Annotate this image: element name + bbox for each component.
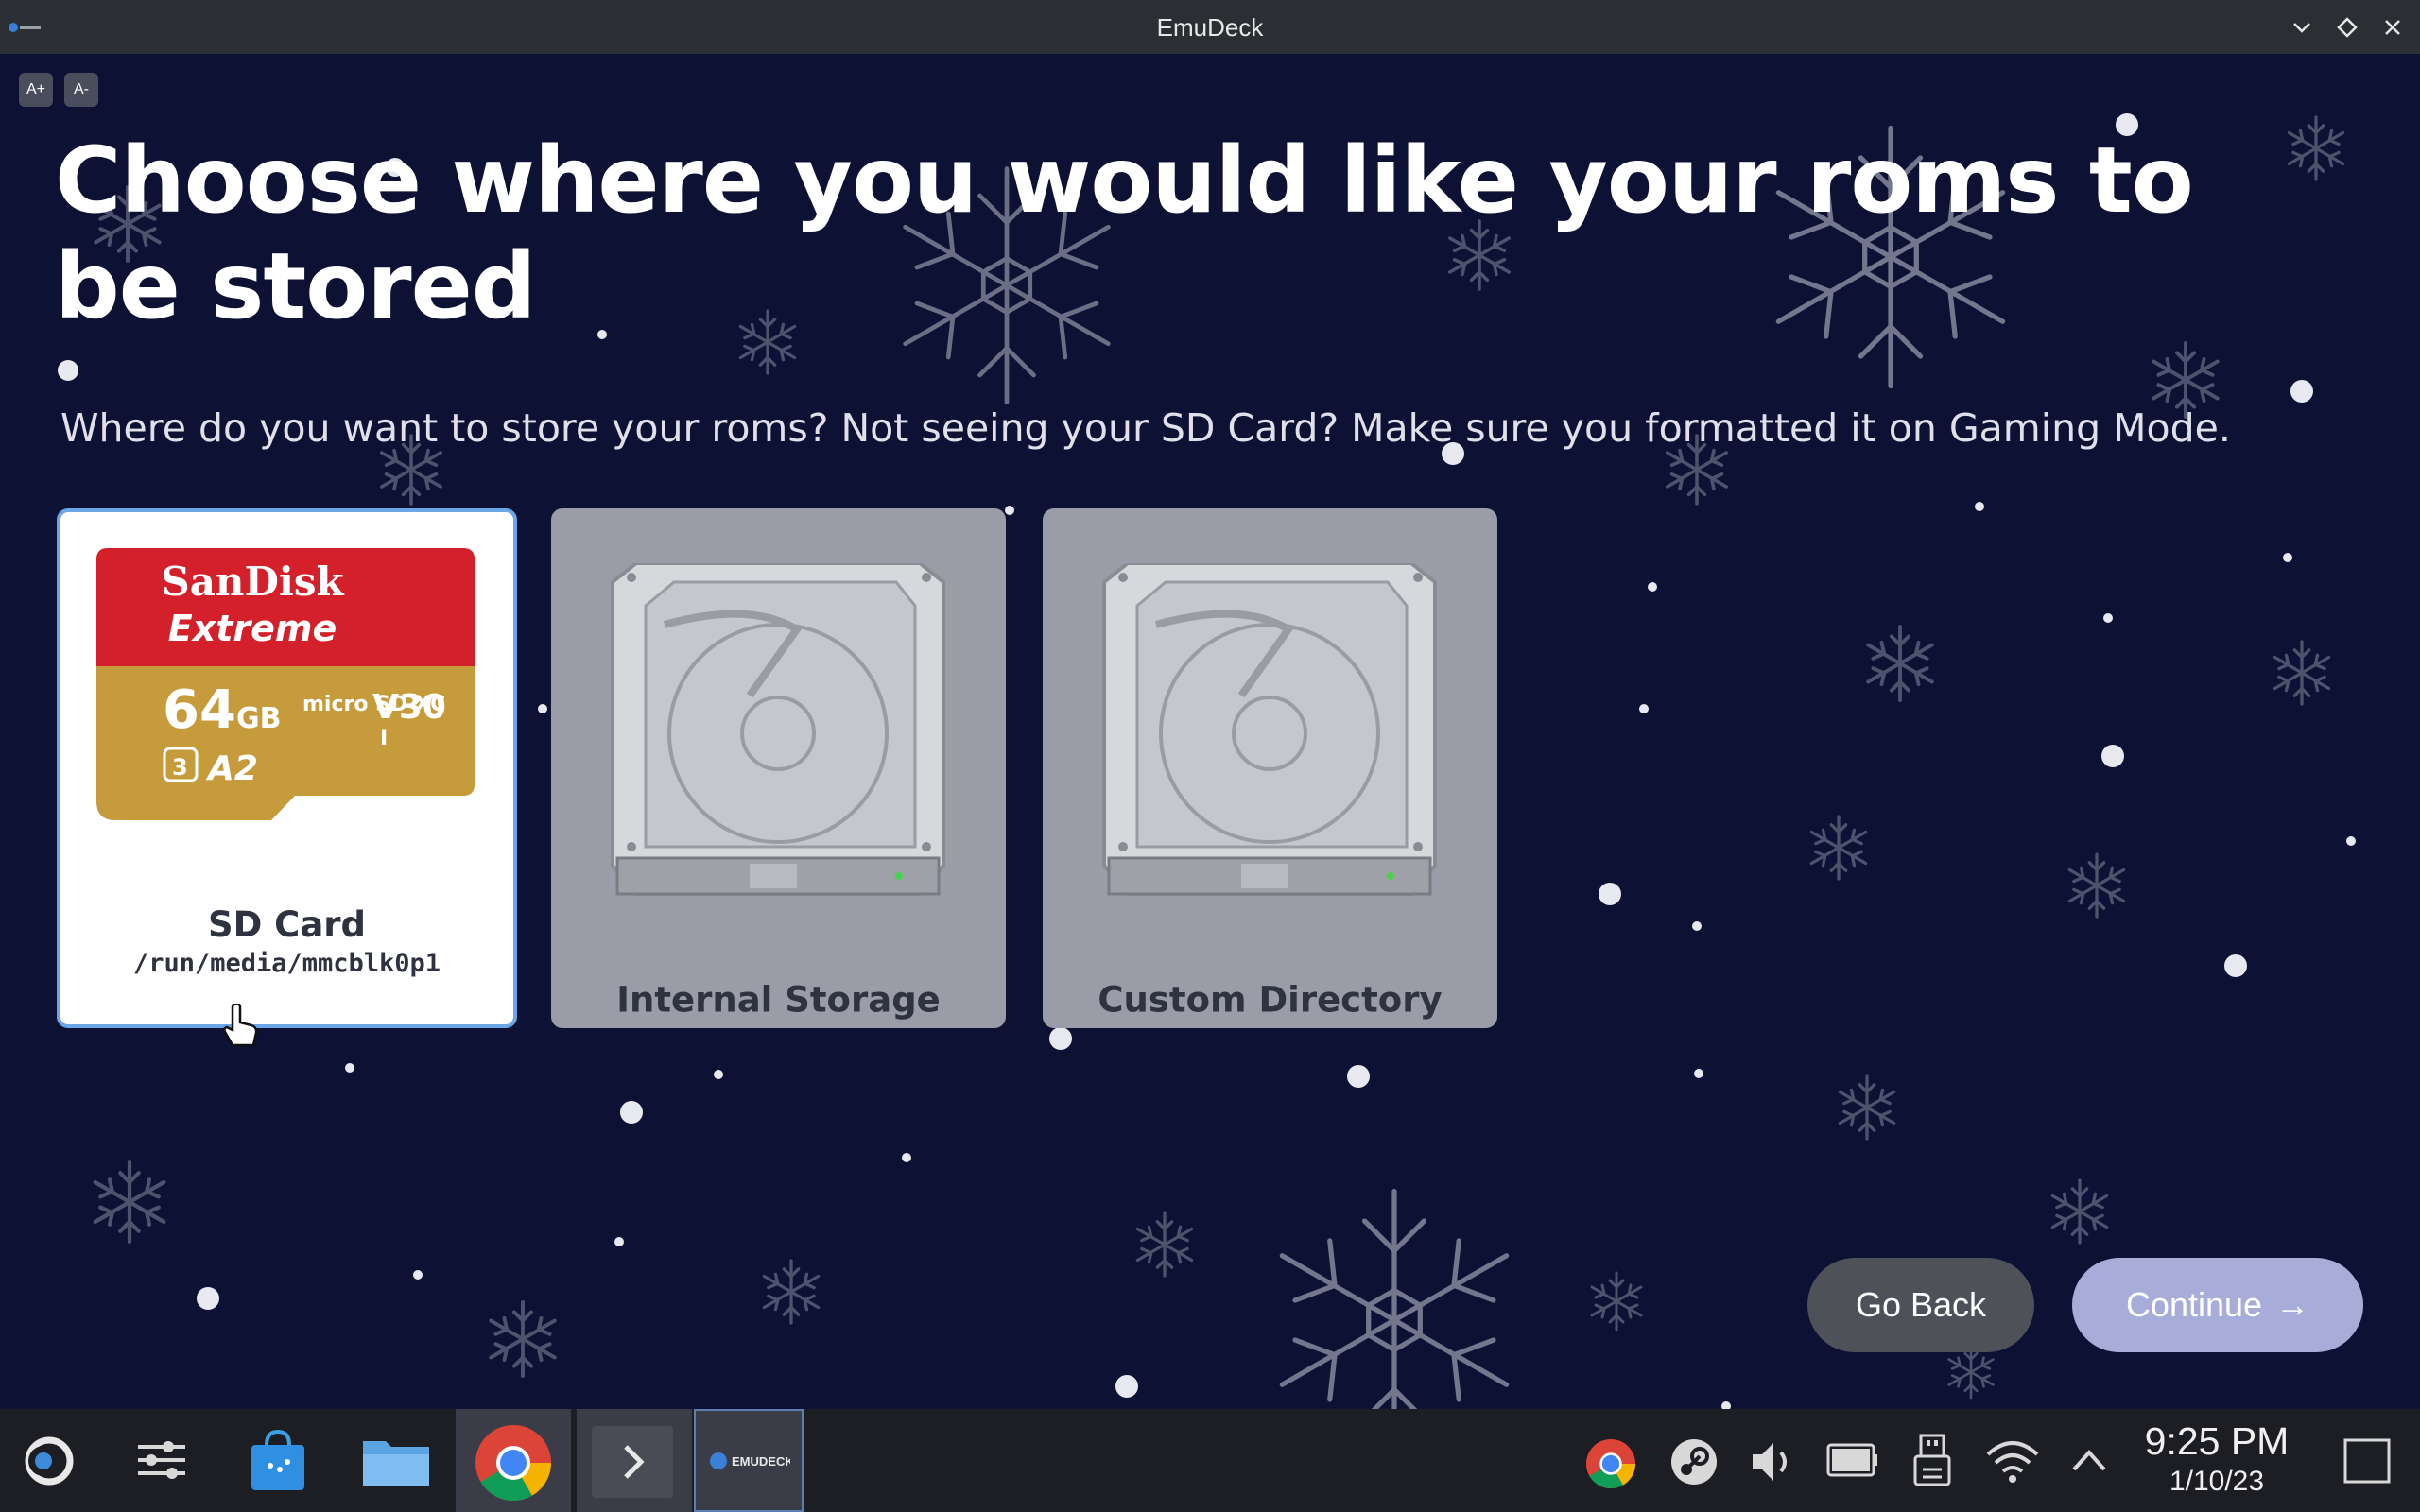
continue-button[interactable]: Continue → bbox=[2072, 1258, 2363, 1352]
storage-option-label: Custom Directory bbox=[1098, 979, 1443, 1021]
svg-text:EMUDECK: EMUDECK bbox=[732, 1454, 790, 1469]
font-decrease-button[interactable]: A- bbox=[64, 73, 98, 107]
storage-option-sd-card[interactable]: SanDisk Extreme 64 GB micro SD XC V30 I … bbox=[57, 508, 517, 1028]
close-button[interactable] bbox=[2378, 13, 2407, 42]
taskbar: EMUDECK 9:25 PM 1/10/23 bbox=[0, 1409, 2420, 1512]
terminal-icon bbox=[592, 1426, 673, 1498]
svg-text:3: 3 bbox=[172, 754, 188, 781]
arrow-right-icon: → bbox=[2275, 1285, 2310, 1324]
window-title-bar: EmuDeck bbox=[0, 0, 2420, 54]
battery-icon[interactable] bbox=[1826, 1439, 1879, 1481]
steam-tray-icon[interactable] bbox=[1669, 1437, 1719, 1486]
taskbar-file-manager[interactable] bbox=[350, 1409, 441, 1512]
svg-text:GB: GB bbox=[236, 702, 282, 735]
storage-option-path: /run/media/mmcblk0p1 bbox=[132, 949, 441, 978]
taskbar-clock[interactable]: 9:25 PM 1/10/23 bbox=[2136, 1418, 2297, 1500]
minimize-button[interactable] bbox=[2288, 13, 2316, 42]
volume-icon[interactable] bbox=[1749, 1437, 1800, 1486]
store-bag-icon bbox=[251, 1429, 304, 1490]
clock-time: 9:25 PM bbox=[2144, 1419, 2290, 1463]
emudeck-logo-icon: EMUDECK bbox=[710, 1452, 790, 1469]
svg-text:SanDisk: SanDisk bbox=[161, 558, 344, 605]
maximize-button[interactable] bbox=[2333, 13, 2361, 42]
storage-option-internal-storage[interactable]: Internal Storage bbox=[551, 508, 1006, 1028]
hard-drive-icon bbox=[1102, 563, 1437, 896]
window-title: EmuDeck bbox=[1156, 13, 1264, 42]
font-increase-button[interactable]: A+ bbox=[19, 73, 53, 107]
storage-option-label: Internal Storage bbox=[616, 979, 941, 1021]
chrome-icon bbox=[475, 1425, 551, 1501]
mouse-cursor-icon bbox=[223, 1004, 258, 1047]
usb-drive-icon[interactable] bbox=[1911, 1432, 1953, 1488]
svg-text:Extreme: Extreme bbox=[168, 608, 337, 649]
content-area: A+ A- Choose where you would like your r… bbox=[0, 54, 2420, 1409]
clock-date: 1/10/23 bbox=[2169, 1466, 2265, 1497]
hard-drive-icon bbox=[611, 563, 945, 896]
storage-option-label: SD Card bbox=[207, 904, 367, 945]
sd-card-image: SanDisk Extreme 64 GB micro SD XC V30 I … bbox=[96, 548, 475, 820]
storage-option-custom-directory[interactable]: Custom Directory bbox=[1043, 508, 1497, 1028]
chevron-up-icon[interactable] bbox=[2068, 1443, 2110, 1477]
taskbar-discover[interactable] bbox=[233, 1409, 323, 1512]
taskbar-konsole[interactable] bbox=[577, 1409, 692, 1512]
go-back-button[interactable]: Go Back bbox=[1807, 1258, 2034, 1352]
show-desktop-icon[interactable] bbox=[2342, 1437, 2392, 1485]
svg-text:64: 64 bbox=[163, 679, 236, 741]
svg-text:I: I bbox=[380, 727, 388, 750]
steamos-start-icon[interactable] bbox=[19, 1433, 76, 1489]
taskbar-system-settings[interactable] bbox=[115, 1409, 208, 1512]
continue-label: Continue bbox=[2125, 1285, 2263, 1324]
folder-icon bbox=[363, 1441, 429, 1486]
sliders-icon bbox=[138, 1441, 185, 1479]
svg-text:V30: V30 bbox=[372, 688, 446, 727]
go-back-label: Go Back bbox=[1855, 1285, 1987, 1324]
svg-text:A2: A2 bbox=[205, 749, 258, 788]
page-subtitle: Where do you want to store your roms? No… bbox=[60, 405, 2231, 451]
taskbar-emudeck[interactable]: EMUDECK bbox=[694, 1409, 804, 1512]
page-title: Choose where you would like your roms to… bbox=[55, 128, 2194, 339]
taskbar-chrome[interactable] bbox=[456, 1409, 571, 1512]
chrome-tray-icon[interactable] bbox=[1584, 1437, 1637, 1490]
wifi-icon[interactable] bbox=[1985, 1437, 2040, 1485]
